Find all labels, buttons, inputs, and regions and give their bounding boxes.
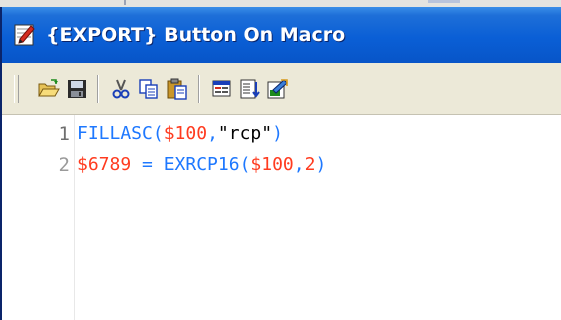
cut-button[interactable] bbox=[108, 76, 134, 102]
code-punct: , bbox=[293, 154, 305, 175]
compile-button[interactable] bbox=[264, 76, 290, 102]
list-arrow-icon bbox=[240, 79, 260, 99]
code-punct: ( bbox=[152, 123, 164, 144]
code-line[interactable]: FILLASC($100,"rcp") bbox=[77, 122, 283, 146]
toolbar-separator bbox=[97, 75, 99, 103]
code-number: $100 bbox=[163, 123, 208, 144]
document-arrow-icon bbox=[267, 79, 288, 99]
open-folder-icon bbox=[38, 79, 60, 97]
line-number-gutter: 1 2 bbox=[2, 115, 74, 320]
insert-command-button[interactable] bbox=[209, 76, 235, 102]
gutter-divider bbox=[74, 115, 75, 320]
code-punct: , bbox=[207, 123, 218, 144]
code-string: "rcp" bbox=[217, 123, 273, 144]
title-bar[interactable]: {EXPORT} Button On Macro bbox=[2, 7, 561, 63]
background-strip bbox=[0, 0, 561, 7]
clipboard-paste-icon bbox=[167, 78, 187, 100]
paste-button[interactable] bbox=[164, 76, 190, 102]
scissors-icon bbox=[112, 79, 130, 99]
code-keyword: FILLASC bbox=[77, 123, 153, 144]
toolbar-grip[interactable] bbox=[14, 75, 19, 103]
window-title: {EXPORT} Button On Macro bbox=[46, 24, 346, 46]
toolbar-separator bbox=[198, 75, 200, 103]
code-number: $100 bbox=[250, 154, 294, 175]
code-number: $6789 bbox=[77, 154, 132, 175]
macro-editor-window: {EXPORT} Button On Macro 1 2 FILLASC($10… bbox=[0, 7, 561, 320]
background-mark bbox=[428, 0, 460, 3]
code-line[interactable]: $6789 = EXRCP16($100,2) bbox=[77, 153, 326, 177]
floppy-disk-icon bbox=[68, 80, 86, 98]
copy-button[interactable] bbox=[136, 76, 162, 102]
list-button[interactable] bbox=[237, 76, 263, 102]
line-number: 1 bbox=[58, 123, 70, 145]
toolbar bbox=[2, 63, 561, 115]
code-number: 2 bbox=[304, 154, 316, 175]
code-punct: ) bbox=[315, 154, 327, 175]
line-number: 2 bbox=[58, 154, 70, 176]
code-operator: = bbox=[131, 154, 164, 175]
open-folder-button[interactable] bbox=[36, 76, 62, 102]
window-list-icon bbox=[212, 80, 231, 97]
code-punct: ( bbox=[239, 154, 251, 175]
code-punct: ) bbox=[272, 123, 283, 144]
save-button[interactable] bbox=[64, 76, 90, 102]
code-editor[interactable]: 1 2 FILLASC($100,"rcp") $6789 = EXRCP16(… bbox=[2, 115, 561, 320]
code-keyword: EXRCP16 bbox=[163, 154, 240, 175]
background-mark bbox=[124, 0, 126, 5]
edit-document-icon bbox=[14, 24, 36, 46]
copy-icon bbox=[139, 79, 158, 99]
